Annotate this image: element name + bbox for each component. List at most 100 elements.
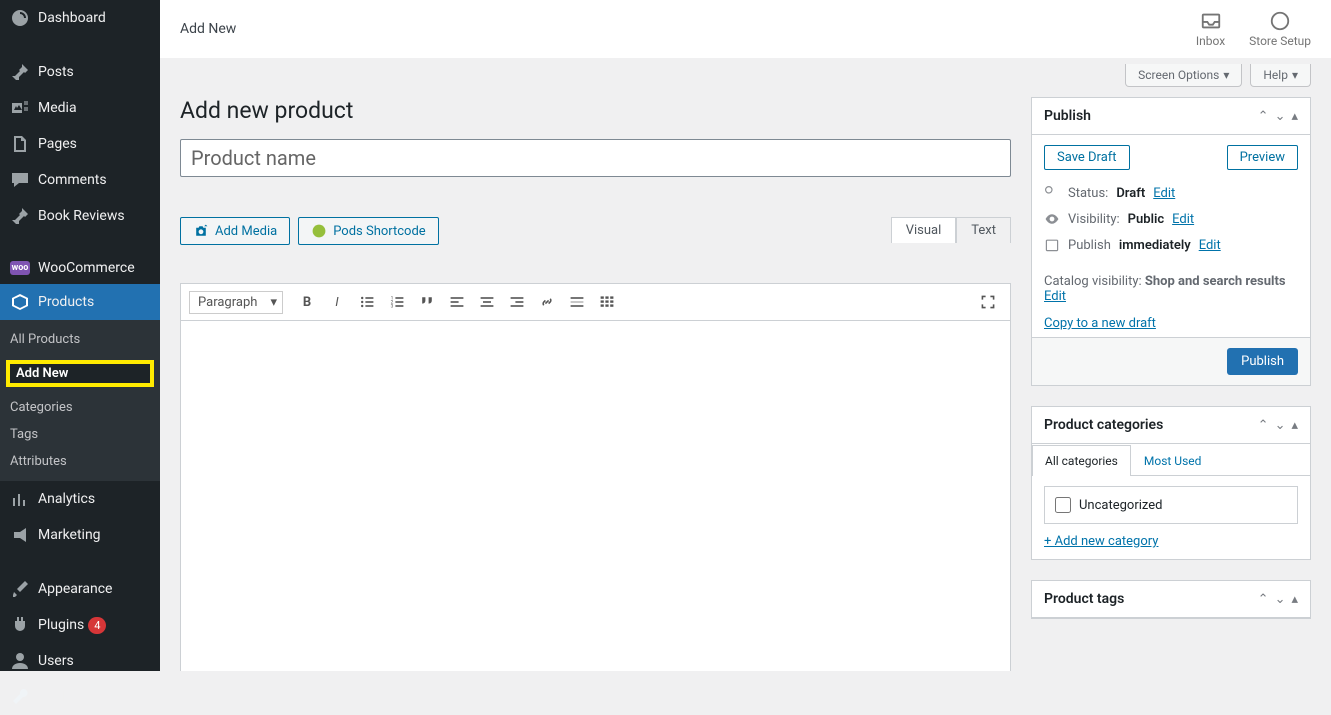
tags-panel-title: Product tags [1044,591,1258,607]
copy-draft-link[interactable]: Copy to a new draft [1044,316,1156,331]
gauge-icon [10,8,30,28]
list-ul-icon [359,294,375,310]
editor: Paragraph B I 123 Word [180,283,1011,671]
add-media-button[interactable]: Add Media [180,217,290,245]
add-category-link[interactable]: + Add new category [1044,534,1158,549]
sidebar-label: Products [38,294,94,310]
panel-toggle-icon[interactable]: ▴ [1291,109,1298,124]
sidebar-label: Tools [38,689,72,705]
sidebar-item-appearance[interactable]: Appearance [0,571,160,607]
panel-toggle-icon[interactable]: ▴ [1291,418,1298,433]
media-icon [10,98,30,118]
categories-panel: Product categories ⌃ ⌄ ▴ All categories … [1031,406,1311,560]
sidebar-item-woocommerce[interactable]: woo WooCommerce [0,252,160,284]
panel-down-icon[interactable]: ⌄ [1275,418,1286,433]
format-select[interactable]: Paragraph [189,291,283,314]
publish-edit-link[interactable]: Edit [1199,238,1221,253]
store-setup-button[interactable]: Store Setup [1249,10,1311,48]
panel-down-icon[interactable]: ⌄ [1275,592,1286,607]
status-edit-link[interactable]: Edit [1153,186,1175,201]
visual-tab[interactable]: Visual [891,217,957,243]
catalog-edit-link[interactable]: Edit [1044,289,1066,304]
toolbar-toggle-button[interactable] [593,288,621,316]
sidebar-item-book-reviews[interactable]: Book Reviews [0,198,160,234]
sidebar-item-users[interactable]: Users [0,643,160,679]
publish-button[interactable]: Publish [1227,348,1298,375]
plugins-badge: 4 [88,617,106,634]
sidebar-item-media[interactable]: Media [0,90,160,126]
inbox-button[interactable]: Inbox [1196,10,1225,48]
sidebar-label: Plugins [38,617,84,633]
admin-sidebar: Dashboard Posts Media Pages Comments Boo… [0,0,160,671]
cube-icon [10,292,30,312]
submenu-add-new[interactable]: Add New [6,360,154,387]
sidebar-item-pages[interactable]: Pages [0,126,160,162]
text-tab[interactable]: Text [956,217,1011,243]
link-icon [539,294,555,310]
sidebar-label: Appearance [38,581,112,597]
kitchen-sink-icon [599,294,615,310]
visibility-label: Visibility: [1068,212,1120,227]
align-left-button[interactable] [443,288,471,316]
sidebar-label: Book Reviews [38,208,125,224]
readmore-icon [569,294,585,310]
sidebar-item-tools[interactable]: Tools [0,679,160,715]
product-name-input[interactable] [180,139,1011,177]
link-button[interactable] [533,288,561,316]
number-list-button[interactable]: 123 [383,288,411,316]
fullscreen-button[interactable] [974,288,1002,316]
panel-up-icon[interactable]: ⌃ [1258,109,1269,124]
chevron-down-icon: ▾ [1223,68,1229,82]
sidebar-item-products[interactable]: Products [0,284,160,320]
align-right-icon [509,294,525,310]
catalog-value: Shop and search results [1145,274,1286,289]
bullet-list-button[interactable] [353,288,381,316]
panel-down-icon[interactable]: ⌄ [1275,109,1286,124]
pods-shortcode-button[interactable]: Pods Shortcode [298,217,439,245]
align-center-icon [479,294,495,310]
align-center-button[interactable] [473,288,501,316]
publish-label: Publish [1068,238,1111,253]
most-used-tab[interactable]: Most Used [1131,445,1215,476]
help-button[interactable]: Help ▾ [1250,64,1311,87]
italic-button[interactable]: I [323,288,351,316]
sidebar-item-plugins[interactable]: Plugins 4 [0,607,160,643]
sidebar-item-posts[interactable]: Posts [0,54,160,90]
sidebar-item-marketing[interactable]: Marketing [0,517,160,553]
sidebar-item-analytics[interactable]: Analytics [0,481,160,517]
screen-options-bar: Screen Options ▾ Help ▾ [160,58,1331,87]
list-ol-icon: 123 [389,294,405,310]
key-icon [1044,185,1060,201]
panel-up-icon[interactable]: ⌃ [1258,592,1269,607]
screen-options-button[interactable]: Screen Options ▾ [1125,64,1242,87]
inbox-label: Inbox [1196,34,1225,48]
sidebar-item-comments[interactable]: Comments [0,162,160,198]
panel-toggle-icon[interactable]: ▴ [1291,592,1298,607]
bold-button[interactable]: B [293,288,321,316]
user-icon [10,651,30,671]
submenu-all-products[interactable]: All Products [0,326,160,353]
sidebar-label: Dashboard [38,10,106,26]
sidebar-item-dashboard[interactable]: Dashboard [0,0,160,36]
category-checkbox[interactable] [1055,497,1071,513]
brush-icon [10,579,30,599]
publish-value: immediately [1119,238,1191,253]
quote-button[interactable] [413,288,441,316]
quote-icon [419,294,435,310]
visibility-edit-link[interactable]: Edit [1172,212,1194,227]
align-left-icon [449,294,465,310]
catalog-label: Catalog visibility: [1044,274,1142,289]
save-draft-button[interactable]: Save Draft [1044,145,1130,170]
panel-up-icon[interactable]: ⌃ [1258,418,1269,433]
align-right-button[interactable] [503,288,531,316]
submenu-tags[interactable]: Tags [0,421,160,448]
sidebar-label: WooCommerce [38,260,135,276]
all-categories-tab[interactable]: All categories [1032,445,1131,476]
submenu-categories[interactable]: Categories [0,394,160,421]
editor-body[interactable] [181,321,1010,671]
category-uncategorized[interactable]: Uncategorized [1055,497,1287,513]
more-button[interactable] [563,288,591,316]
preview-button[interactable]: Preview [1227,145,1298,170]
submenu-attributes[interactable]: Attributes [0,448,160,475]
woocommerce-icon: woo [10,261,30,275]
